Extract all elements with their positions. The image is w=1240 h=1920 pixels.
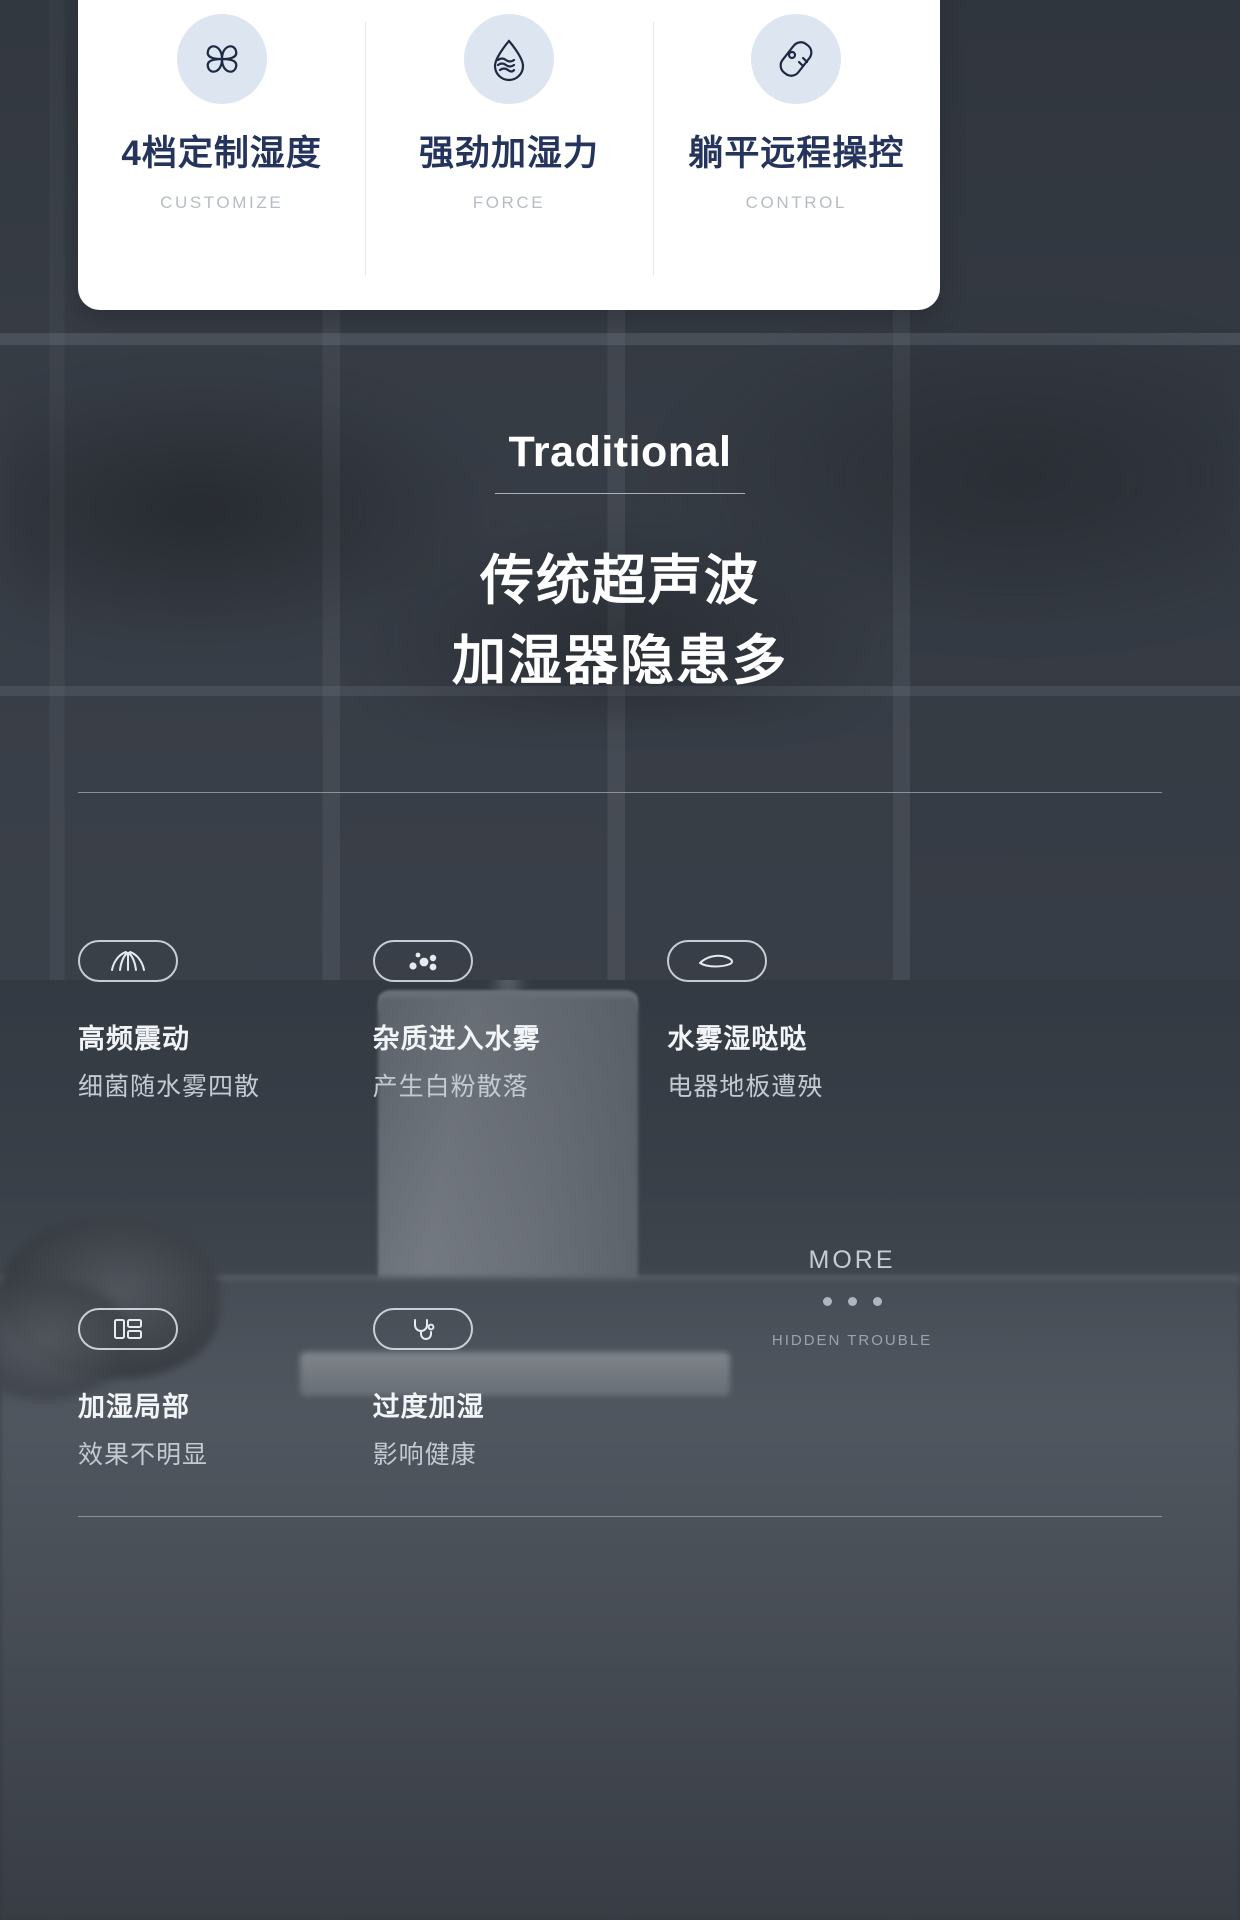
four-petal-fan-icon (176, 14, 267, 104)
section-eyebrow-en: Traditional (508, 428, 732, 476)
feature-column-customize[interactable]: 4档定制湿度 CUSTOMIZE (78, 10, 365, 310)
particles-dots-icon (372, 940, 473, 982)
feature-card: 4档定制湿度 CUSTOMIZE 强劲加湿力 FORCE 躺平远程操控 CONT… (78, 0, 940, 310)
feature-subtitle: FORCE (472, 193, 546, 212)
water-puddle-icon (667, 940, 768, 982)
more-dot (872, 1297, 882, 1306)
trouble-subtitle: 电器地板遭殃 (667, 1073, 824, 1101)
trouble-item-impurities[interactable]: 杂质进入水雾 产生白粉散落 (372, 940, 668, 1101)
trouble-item-local-humidify[interactable]: 加湿局部 效果不明显 (78, 1308, 373, 1468)
trouble-item-over-humidify[interactable]: 过度加湿 影响健康 (372, 1308, 668, 1469)
trouble-title: 水雾湿哒哒 (667, 1024, 808, 1054)
trouble-item-vibration[interactable]: 高频震动 细菌随水雾四散 (78, 940, 373, 1100)
feature-title: 躺平远程操控 (688, 134, 905, 173)
more-dot (847, 1297, 857, 1306)
divider-top (78, 792, 1162, 793)
trouble-subtitle: 产生白粉散落 (372, 1073, 529, 1101)
more-sublabel: HIDDEN TROUBLE (771, 1332, 933, 1349)
trouble-grid: 高频震动 细菌随水雾四散 杂质进入水雾 产生白粉散落 水雾湿哒哒 电器地板遭殃 … (78, 940, 962, 1468)
feature-column-control[interactable]: 躺平远程操控 CONTROL (652, 10, 940, 310)
more-dot (822, 1297, 832, 1306)
trouble-title: 过度加湿 (372, 1392, 485, 1422)
trouble-subtitle: 细菌随水雾四散 (78, 1073, 261, 1101)
trouble-subtitle: 效果不明显 (78, 1441, 209, 1469)
stethoscope-icon (372, 1308, 473, 1350)
page-content: 4档定制湿度 CUSTOMIZE 强劲加湿力 FORCE 躺平远程操控 CONT… (0, 0, 1240, 1920)
divider-bottom (78, 1516, 1162, 1517)
feature-column-force[interactable]: 强劲加湿力 FORCE (365, 10, 652, 310)
section-heading-line2: 加湿器隐患多 (452, 630, 788, 691)
trouble-subtitle: 影响健康 (372, 1441, 477, 1469)
remote-control-icon (751, 14, 842, 104)
more-label: MORE (808, 1246, 896, 1274)
room-layout-icon (78, 1308, 178, 1350)
trouble-title: 杂质进入水雾 (372, 1024, 541, 1054)
section-heading-line1: 传统超声波 (480, 551, 760, 611)
feature-title: 强劲加湿力 (418, 134, 599, 173)
feature-subtitle: CUSTOMIZE (160, 193, 284, 212)
more-dots (762, 1297, 942, 1306)
trouble-item-wet-mist[interactable]: 水雾湿哒哒 电器地板遭殃 (667, 940, 962, 1100)
section-heading-block: Traditional 传统超声波 加湿器隐患多 (0, 428, 1240, 702)
trouble-title: 加湿局部 (78, 1392, 190, 1422)
vibration-waves-icon (78, 940, 178, 982)
feature-title: 4档定制湿度 (121, 134, 322, 173)
trouble-title: 高频震动 (78, 1024, 190, 1054)
heading-underline (495, 493, 745, 494)
trouble-row: 高频震动 细菌随水雾四散 杂质进入水雾 产生白粉散落 水雾湿哒哒 电器地板遭殃 (78, 940, 962, 1100)
more-block[interactable]: MORE HIDDEN TROUBLE (762, 1246, 942, 1349)
feature-subtitle: CONTROL (745, 193, 847, 212)
water-drop-wave-icon (463, 14, 554, 104)
